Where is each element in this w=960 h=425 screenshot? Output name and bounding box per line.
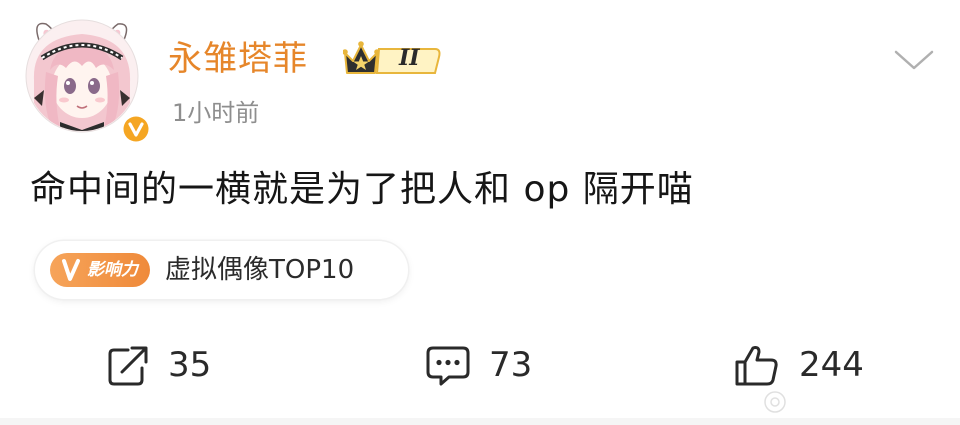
comment-icon	[426, 346, 470, 386]
weibo-post-card: 永雏塔菲 II 1小时前 命中间的一横就是为了把人和 op 隔开喵 影响力 虚拟…	[0, 0, 960, 425]
chevron-down-icon[interactable]	[892, 44, 936, 74]
watermark-icon	[764, 391, 786, 413]
thumbs-up-icon	[735, 346, 778, 386]
rank-level-label: II	[399, 45, 420, 71]
like-button[interactable]: 244	[733, 340, 873, 390]
post-body-text: 命中间的一横就是为了把人和 op 隔开喵	[30, 169, 694, 210]
influence-tag-chip[interactable]: 影响力 虚拟偶像TOP10	[35, 241, 408, 299]
rank-crown-badge[interactable]: II	[342, 39, 443, 79]
author-name[interactable]: 永雏塔菲	[168, 36, 308, 82]
avatar-container[interactable]	[20, 10, 151, 144]
bottom-divider	[0, 418, 960, 425]
crown-icon	[342, 41, 441, 74]
share-icon	[108, 346, 148, 386]
repost-button[interactable]: 35	[104, 340, 224, 390]
influence-badge-text: 影响力	[87, 260, 138, 280]
verified-v-icon	[121, 114, 151, 144]
post-timestamp: 1小时前	[172, 99, 260, 127]
comment-button[interactable]: 73	[425, 340, 545, 390]
repost-count: 35	[168, 345, 212, 385]
comment-count: 73	[489, 345, 533, 385]
influence-tag-label: 虚拟偶像TOP10	[165, 255, 355, 285]
like-count: 244	[799, 345, 864, 385]
